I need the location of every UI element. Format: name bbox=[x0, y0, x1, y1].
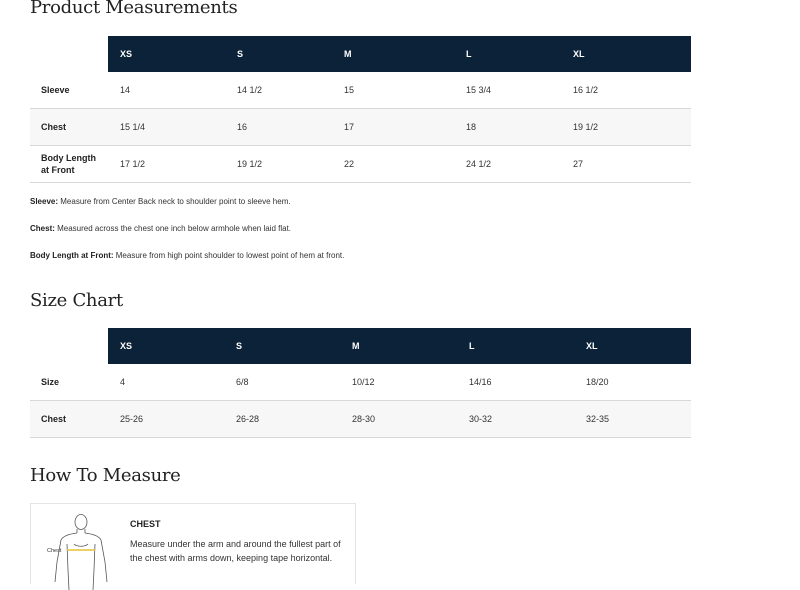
product-measurements-title: Product Measurements bbox=[30, 0, 238, 18]
size-chart-title: Size Chart bbox=[30, 290, 123, 311]
table-cell: 19 1/2 bbox=[225, 145, 332, 183]
table-cell: 25-26 bbox=[108, 400, 224, 438]
row-label-line: at Front bbox=[41, 165, 75, 175]
table-header-row: XS S M L XL bbox=[30, 36, 691, 72]
sleeve-note: Sleeve: Measure from Center Back neck to… bbox=[30, 197, 291, 206]
body-length-note: Body Length at Front: Measure from high … bbox=[30, 251, 344, 260]
how-to-measure-card: Chest CHEST Measure under the arm and ar… bbox=[30, 503, 356, 590]
table-cell: 17 1/2 bbox=[108, 145, 225, 183]
how-to-measure-title: How To Measure bbox=[30, 465, 181, 486]
table-row: Chest 25-26 26-28 28-30 30-32 32-35 bbox=[30, 400, 691, 438]
table-cell: 18/20 bbox=[574, 364, 691, 401]
table-cell: 14 bbox=[108, 72, 225, 109]
table-cell: 27 bbox=[561, 145, 691, 183]
table-cell: 22 bbox=[332, 145, 454, 183]
table-cell: 15 3/4 bbox=[454, 72, 561, 109]
table-cell: 32-35 bbox=[574, 400, 691, 438]
row-label: Chest bbox=[30, 108, 108, 146]
table-cell: 30-32 bbox=[457, 400, 574, 438]
table-cell: 14/16 bbox=[457, 364, 574, 401]
row-label: Body Length at Front bbox=[30, 145, 108, 183]
table-row: Size 4 6/8 10/12 14/16 18/20 bbox=[30, 364, 691, 401]
column-header: M bbox=[340, 328, 457, 364]
note-label: Chest: bbox=[30, 224, 55, 233]
note-text: Measure from high point shoulder to lowe… bbox=[113, 251, 345, 260]
product-measurements-table: XS S M L XL Sleeve 14 14 1/2 15 15 3/4 1… bbox=[30, 36, 691, 183]
note-text: Measure from Center Back neck to shoulde… bbox=[58, 197, 291, 206]
table-cell: 15 bbox=[332, 72, 454, 109]
note-text: Measured across the chest one inch below… bbox=[54, 224, 292, 233]
column-header: XL bbox=[561, 36, 691, 72]
row-label: Size bbox=[30, 364, 108, 401]
table-cell: 26-28 bbox=[224, 400, 340, 438]
row-label: Chest bbox=[30, 400, 108, 438]
table-row: Sleeve 14 14 1/2 15 15 3/4 16 1/2 bbox=[30, 72, 691, 109]
size-chart-table: XS S M L XL Size 4 6/8 10/12 14/16 18/20… bbox=[30, 328, 691, 438]
note-label: Sleeve: bbox=[30, 197, 59, 206]
table-cell: 28-30 bbox=[340, 400, 457, 438]
table-cell: 14 1/2 bbox=[225, 72, 332, 109]
table-cell: 17 bbox=[332, 108, 454, 146]
column-header: L bbox=[457, 328, 574, 364]
how-to-heading: CHEST bbox=[130, 519, 161, 529]
chest-measure-figure-icon: Chest bbox=[47, 514, 108, 590]
chest-note: Chest: Measured across the chest one inc… bbox=[30, 224, 291, 233]
table-row: Body Length at Front 17 1/2 19 1/2 22 24… bbox=[30, 145, 691, 183]
how-to-description: Measure under the arm and around the ful… bbox=[130, 539, 341, 563]
table-cell: 18 bbox=[454, 108, 561, 146]
row-label-line: Body Length bbox=[41, 153, 96, 163]
table-cell: 6/8 bbox=[224, 364, 340, 401]
table-cell: 24 1/2 bbox=[454, 145, 561, 183]
table-cell: 16 bbox=[225, 108, 332, 146]
row-label: Sleeve bbox=[30, 72, 108, 109]
column-header: XL bbox=[574, 328, 691, 364]
column-header: S bbox=[225, 36, 332, 72]
table-cell: 19 1/2 bbox=[561, 108, 691, 146]
table-cell: 4 bbox=[108, 364, 224, 401]
table-row: Chest 15 1/4 16 17 18 19 1/2 bbox=[30, 108, 691, 146]
column-header: XS bbox=[108, 328, 224, 364]
figure-chest-label: Chest bbox=[47, 548, 62, 554]
table-cell: 15 1/4 bbox=[108, 108, 225, 146]
table-header-row: XS S M L XL bbox=[30, 328, 691, 364]
column-header: S bbox=[224, 328, 340, 364]
column-header: XS bbox=[108, 36, 225, 72]
column-header: L bbox=[454, 36, 561, 72]
table-cell: 16 1/2 bbox=[561, 72, 691, 109]
note-label: Body Length at Front: bbox=[30, 251, 114, 260]
header-blank-cell bbox=[30, 328, 108, 364]
column-header: M bbox=[332, 36, 454, 72]
header-blank-cell bbox=[30, 36, 108, 72]
table-cell: 10/12 bbox=[340, 364, 457, 401]
